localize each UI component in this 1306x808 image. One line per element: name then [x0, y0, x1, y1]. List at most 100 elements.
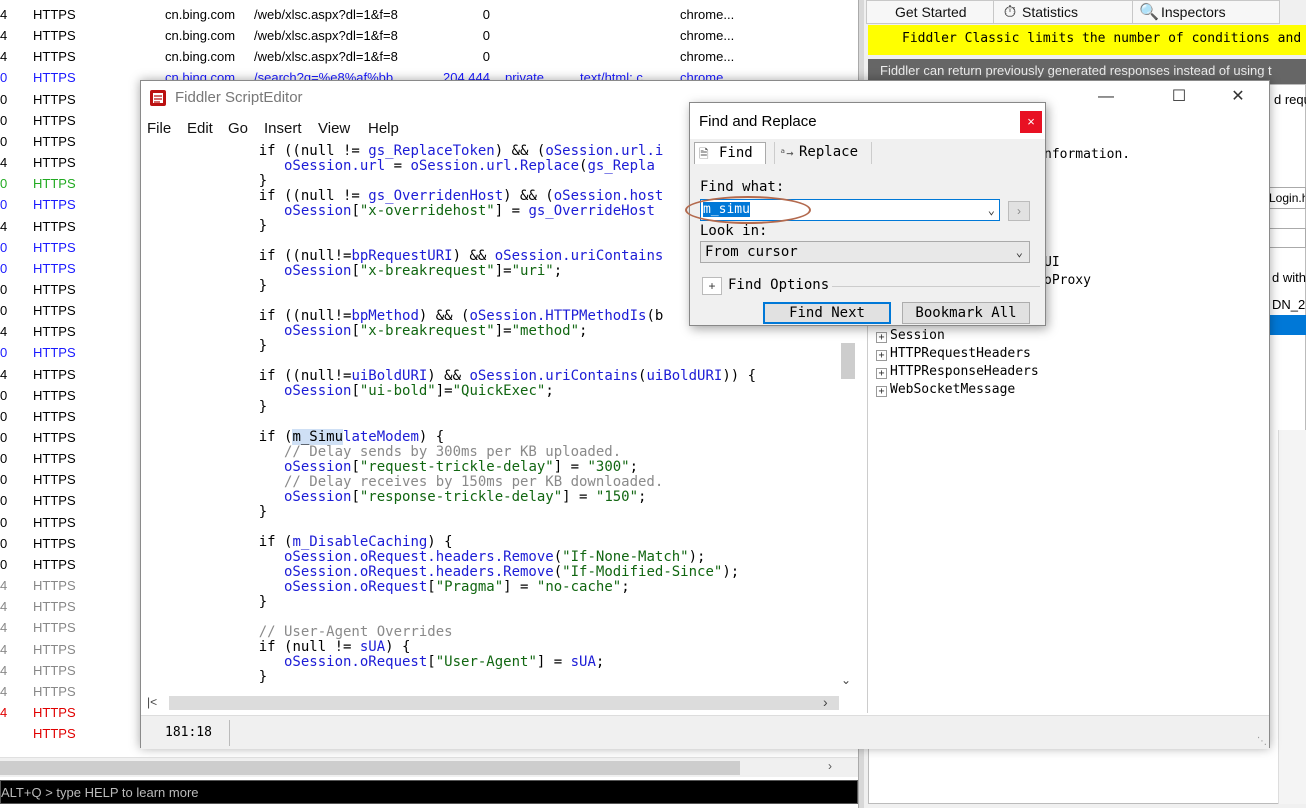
- chevron-down-icon[interactable]: ⌄: [1016, 242, 1023, 262]
- scroll-right-icon[interactable]: ›: [823, 694, 828, 710]
- chevron-down-icon[interactable]: ⌄: [988, 200, 995, 220]
- code-token: [: [351, 203, 360, 220]
- look-in-value: From cursor: [705, 244, 798, 260]
- code-token: ) {: [418, 428, 445, 445]
- code-token: oSession: [225, 323, 352, 340]
- session-number: 0: [0, 493, 8, 509]
- code-token: // Delay sends by 300ms per KB uploaded.: [225, 443, 622, 460]
- find-what-input[interactable]: m_simu ⌄: [700, 199, 1000, 221]
- resize-grip-icon[interactable]: ⋱: [1257, 736, 1267, 747]
- session-number: 0: [0, 451, 8, 467]
- stopwatch-icon: ⏱: [1003, 4, 1017, 21]
- session-protocol: HTTPS: [33, 7, 76, 22]
- find-options-expand-button[interactable]: +: [702, 277, 722, 295]
- menu-view[interactable]: View: [318, 117, 350, 141]
- code-hscrollbar[interactable]: |< ›: [143, 693, 839, 713]
- code-token: "If-Modified-Since": [562, 563, 723, 580]
- code-line: oSession.oRequest["User-Agent"] = sUA;: [225, 655, 604, 670]
- expand-icon[interactable]: +: [876, 386, 887, 397]
- session-host: cn.bing.com: [165, 7, 236, 22]
- tree-item-websocketmessage[interactable]: + WebSocketMessage: [876, 381, 1015, 399]
- dialog-close-button[interactable]: ×: [1020, 111, 1042, 133]
- menu-edit[interactable]: Edit: [187, 117, 213, 141]
- tab-statistics[interactable]: ⏱ Statistics: [993, 0, 1133, 24]
- code-token: sUA: [359, 638, 386, 655]
- code-token: gs_OverrideHost: [528, 203, 655, 220]
- code-line: }: [225, 279, 267, 294]
- menu-insert[interactable]: Insert: [264, 117, 302, 141]
- session-number: 4: [0, 28, 8, 44]
- code-line: }: [225, 670, 267, 685]
- tab-inspectors[interactable]: 🔍 Inspectors: [1132, 0, 1280, 24]
- code-token: if ((: [225, 308, 301, 325]
- session-number: 4: [0, 49, 8, 65]
- code-token: "300": [587, 458, 630, 475]
- bookmark-all-button[interactable]: Bookmark All: [902, 302, 1030, 324]
- expand-icon[interactable]: +: [876, 368, 887, 379]
- code-token: ) {: [427, 533, 453, 550]
- code-token: oSession.uriContains: [469, 368, 639, 385]
- find-next-button[interactable]: Find Next: [763, 302, 891, 324]
- session-protocol: HTTPS: [33, 641, 76, 657]
- expression-builder-button[interactable]: ›: [1008, 201, 1030, 221]
- session-number: 0: [0, 176, 8, 192]
- code-line: }: [225, 594, 267, 610]
- session-list-hscrollbar[interactable]: ›: [0, 757, 862, 777]
- session-number: 4: [0, 324, 8, 340]
- expand-icon[interactable]: +: [876, 332, 887, 343]
- code-token: // Delay receives by 150ms per KB downlo…: [225, 473, 664, 490]
- session-body-size: 0: [482, 28, 490, 44]
- right-panel-selected-row[interactable]: [1269, 315, 1306, 335]
- menu-help[interactable]: Help: [368, 117, 399, 141]
- code-token: null: [300, 143, 335, 159]
- quickexec-input[interactable]: ALT+Q > type HELP to learn more: [0, 780, 858, 804]
- menu-file[interactable]: File: [147, 117, 171, 141]
- look-in-select[interactable]: From cursor ⌄: [700, 241, 1030, 263]
- hscroll-thumb[interactable]: [169, 696, 839, 710]
- right-panel-field[interactable]: [1266, 228, 1306, 248]
- code-token: (: [553, 548, 563, 565]
- scroll-left-icon[interactable]: |<: [147, 695, 157, 709]
- code-token: oSession.url.i: [545, 143, 664, 159]
- session-row[interactable]: 4 HTTPS cn.bing.com/web/xlsc.aspx?dl=1&f=8…: [0, 4, 862, 25]
- hscroll-thumb[interactable]: [0, 761, 740, 775]
- tree-item-requestheaders[interactable]: + HTTPRequestHeaders: [876, 345, 1031, 363]
- dialog-titlebar[interactable]: Find and Replace ×: [690, 103, 1045, 139]
- minimize-button[interactable]: —: [1083, 81, 1129, 113]
- code-token: ] =: [553, 458, 588, 475]
- tree-item-responseheaders[interactable]: + HTTPResponseHeaders: [876, 363, 1039, 381]
- scroll-down-icon[interactable]: ⌄: [841, 673, 851, 687]
- tab-find[interactable]: 🗎 Find: [694, 142, 766, 164]
- session-protocol: HTTPS: [33, 430, 76, 445]
- code-token: ]=: [435, 383, 453, 400]
- right-panel-field[interactable]: Login.h: [1266, 187, 1306, 209]
- code-token: (: [553, 563, 563, 580]
- code-token: uiBoldURI: [646, 368, 723, 385]
- code-token: ]=: [494, 323, 512, 340]
- session-process: chrome...: [680, 49, 735, 65]
- maximize-button[interactable]: ☐: [1156, 81, 1202, 113]
- code-line: }: [225, 339, 267, 354]
- code-token: // User-Agent Overrides: [225, 623, 453, 640]
- session-protocol: HTTPS: [33, 155, 76, 171]
- session-row[interactable]: 4 HTTPS cn.bing.com/web/xlsc.aspx?dl=1&f=8…: [0, 25, 862, 46]
- close-button[interactable]: ✕: [1215, 81, 1261, 113]
- tab-replace[interactable]: ᵃ→ Replace: [774, 142, 872, 164]
- session-row[interactable]: 4 HTTPS cn.bing.com/web/xlsc.aspx?dl=1&f=8…: [0, 46, 862, 67]
- tree-text-fragment: UI: [1044, 255, 1060, 270]
- session-protocol: HTTPS: [33, 683, 76, 699]
- code-token: oSession.oRequest: [225, 654, 428, 671]
- vscroll-thumb[interactable]: [841, 343, 855, 379]
- expand-icon[interactable]: +: [876, 350, 887, 361]
- scroll-right-icon[interactable]: ›: [828, 759, 832, 773]
- menu-go[interactable]: Go: [228, 117, 248, 141]
- tab-label: Get Started: [895, 4, 967, 20]
- status-divider: [229, 720, 230, 746]
- code-token: "method": [511, 323, 580, 340]
- code-token: if ((: [225, 368, 301, 385]
- code-line: // User-Agent Overrides: [225, 623, 453, 640]
- session-protocol: HTTPS: [33, 472, 76, 488]
- code-token: !=: [334, 368, 352, 385]
- tree-item-session[interactable]: + Session: [876, 327, 945, 345]
- tab-get-started[interactable]: Get Started: [866, 0, 994, 24]
